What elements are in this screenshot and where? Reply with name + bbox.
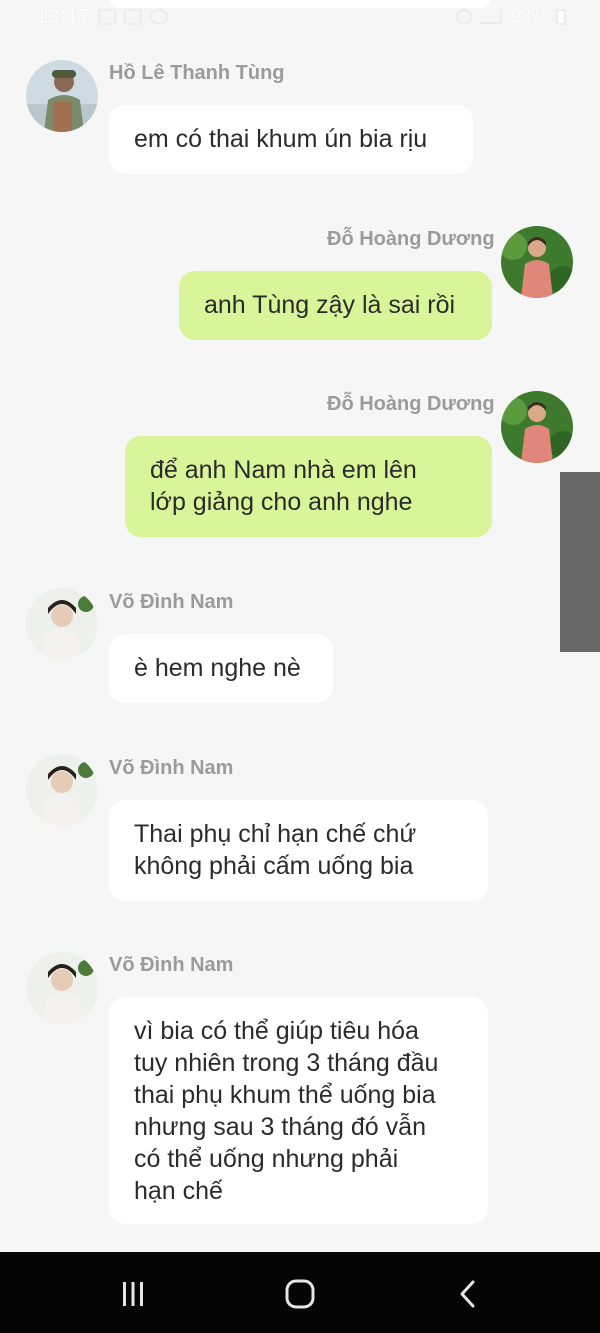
message-line: tuy nhiên trong 3 tháng đầu [134, 1049, 439, 1077]
sender-name: Hồ Lê Thanh Tùng [109, 62, 285, 84]
avatar[interactable] [501, 226, 573, 298]
message-bubble[interactable]: vì bia có thể giúp tiêu hóa tuy nhiên tr… [109, 997, 488, 1224]
home-button[interactable] [280, 1274, 320, 1314]
sender-name: Đỗ Hoàng Dương [327, 228, 495, 250]
chat-icon [150, 9, 168, 25]
message-line: để anh Nam nhà em lên [150, 456, 417, 484]
sender-name: Đỗ Hoàng Dương [327, 393, 495, 415]
sender-name: Võ Đình Nam [109, 954, 234, 976]
status-bar: 13:17 93% [0, 0, 600, 36]
message-line: hạn chế [134, 1177, 223, 1205]
message-line: em có thai khum ún bia rịu [134, 125, 428, 153]
status-notification-icons [98, 9, 168, 25]
calendar-icon [124, 9, 142, 25]
notification-pill [110, 0, 490, 8]
signal-icon [479, 10, 502, 24]
battery-icon [556, 9, 566, 25]
status-right: 93% [455, 6, 566, 28]
message-line: lớp giảng cho anh nghe [150, 488, 413, 516]
status-time: 13:17 [36, 6, 92, 28]
scroll-handle[interactable] [560, 472, 600, 652]
message-bubble[interactable]: Thai phụ chỉ hạn chế chứ không phải cấm … [109, 800, 488, 901]
message-line: è hem nghe nè [134, 654, 301, 682]
home-icon [285, 1279, 315, 1309]
message-bubble[interactable]: anh Tùng zậy là sai rồi [179, 271, 492, 340]
message-bubble[interactable]: em có thai khum ún bia rịu [109, 105, 473, 174]
recent-apps-button[interactable] [113, 1274, 153, 1314]
message-line: Thai phụ chỉ hạn chế chứ [134, 820, 417, 848]
message-line: thai phụ khum thể uống bia [134, 1081, 436, 1109]
message-bubble[interactable]: để anh Nam nhà em lên lớp giảng cho anh … [125, 436, 492, 537]
message-line: có thể uống nhưng phải [134, 1145, 399, 1173]
message-line: nhưng sau 3 tháng đó vẫn [134, 1113, 426, 1141]
gallery-icon [98, 9, 116, 25]
sender-name: Võ Đình Nam [109, 591, 234, 613]
message-line: vì bia có thể giúp tiêu hóa [134, 1017, 419, 1045]
alarm-icon [455, 9, 472, 25]
system-nav-bar [0, 1252, 600, 1333]
sender-name: Võ Đình Nam [109, 757, 234, 779]
avatar[interactable] [26, 952, 98, 1024]
recent-apps-icon [123, 1282, 143, 1306]
back-button[interactable] [448, 1274, 488, 1314]
avatar[interactable] [26, 754, 98, 826]
avatar[interactable] [26, 588, 98, 660]
back-icon [460, 1280, 475, 1308]
message-bubble[interactable]: è hem nghe nè [109, 634, 333, 703]
avatar[interactable] [501, 391, 573, 463]
battery-percent: 93% [509, 6, 548, 27]
message-line: không phải cấm uống bia [134, 852, 414, 880]
avatar[interactable] [26, 60, 98, 132]
message-line: anh Tùng zậy là sai rồi [204, 291, 456, 319]
